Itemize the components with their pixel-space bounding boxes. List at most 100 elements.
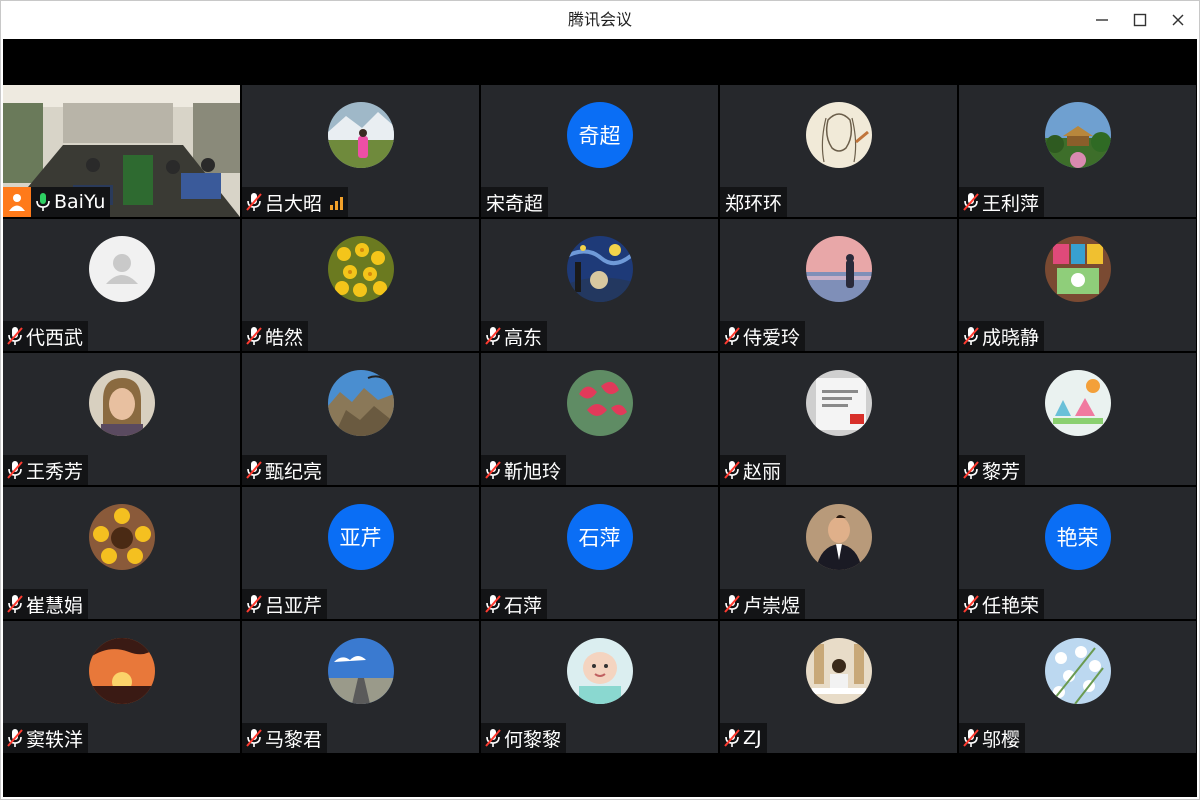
participant-name: 王利萍 bbox=[982, 192, 1040, 215]
mic-muted-icon bbox=[7, 595, 23, 613]
participant-tile[interactable]: 石萍 石萍 bbox=[481, 487, 718, 619]
participant-tile[interactable]: 王秀芳 bbox=[3, 353, 240, 485]
title-bar[interactable]: 腾讯会议 bbox=[1, 1, 1199, 39]
participant-nametag: 郑环环 bbox=[720, 187, 788, 217]
participant-tile[interactable]: 赵丽 bbox=[720, 353, 957, 485]
avatar: 艳荣 bbox=[1044, 504, 1111, 570]
mic-muted-icon bbox=[246, 193, 262, 211]
network-signal-icon bbox=[330, 194, 344, 210]
mic-status bbox=[6, 727, 24, 749]
avatar bbox=[1044, 102, 1111, 168]
participant-tile[interactable]: 王利萍 bbox=[959, 85, 1196, 217]
participant-tile[interactable]: ZJ bbox=[720, 621, 957, 753]
mic-muted-icon bbox=[724, 327, 740, 345]
mic-status bbox=[6, 593, 24, 615]
mic-muted-icon bbox=[963, 461, 979, 479]
avatar bbox=[88, 236, 155, 302]
participant-nametag: 靳旭玲 bbox=[481, 455, 567, 485]
participant-nametag: 成晓静 bbox=[959, 321, 1045, 351]
participant-tile[interactable]: 窦轶洋 bbox=[3, 621, 240, 753]
video-stage: BaiYu 吕大昭 奇超 宋奇超 郑环环 王利萍代西武 皓然 高东 侍爱玲 成晓静王秀芳甄纪亮 靳旭… bbox=[3, 39, 1197, 797]
participant-tile[interactable]: 吕大昭 bbox=[242, 85, 479, 217]
participant-nametag: 赵丽 bbox=[720, 455, 787, 485]
participant-name: 靳旭玲 bbox=[504, 460, 562, 483]
participant-tile[interactable]: 侍爱玲 bbox=[720, 219, 957, 351]
avatar bbox=[805, 638, 872, 704]
avatar bbox=[566, 370, 633, 436]
mic-muted-icon bbox=[485, 461, 501, 479]
participant-tile[interactable]: 崔慧娟 bbox=[3, 487, 240, 619]
participant-name: 黎芳 bbox=[982, 460, 1021, 483]
mic-status bbox=[245, 727, 263, 749]
avatar: 亚芹 bbox=[327, 504, 394, 570]
participant-tile[interactable]: 奇超 宋奇超 bbox=[481, 85, 718, 217]
participant-nametag: 任艳荣 bbox=[959, 589, 1045, 619]
mic-status bbox=[962, 459, 980, 481]
participant-nametag: 侍爱玲 bbox=[720, 321, 806, 351]
participant-name: 吕大昭 bbox=[265, 192, 323, 215]
participant-tile[interactable]: 高东 bbox=[481, 219, 718, 351]
mic-status bbox=[962, 727, 980, 749]
participant-tile[interactable]: 郑环环 bbox=[720, 85, 957, 217]
participant-name: 侍爱玲 bbox=[743, 326, 801, 349]
mic-status bbox=[245, 325, 263, 347]
participant-nametag: 皓然 bbox=[242, 321, 309, 351]
participant-nametag: 高东 bbox=[481, 321, 548, 351]
mic-muted-icon bbox=[246, 595, 262, 613]
participant-tile[interactable]: 黎芳 bbox=[959, 353, 1196, 485]
participant-name: 赵丽 bbox=[743, 460, 782, 483]
participant-name: 崔慧娟 bbox=[26, 594, 84, 617]
avatar bbox=[88, 638, 155, 704]
mic-muted-icon bbox=[7, 327, 23, 345]
participant-tile[interactable]: 马黎君 bbox=[242, 621, 479, 753]
participant-nametag: 吕亚芹 bbox=[242, 589, 328, 619]
avatar bbox=[566, 236, 633, 302]
participant-nametag: 石萍 bbox=[481, 589, 548, 619]
participant-nametag: 卢崇煜 bbox=[720, 589, 806, 619]
mic-status bbox=[484, 325, 502, 347]
participant-tile[interactable]: 靳旭玲 bbox=[481, 353, 718, 485]
participant-tile[interactable]: 艳荣任艳荣 bbox=[959, 487, 1196, 619]
close-icon bbox=[1172, 14, 1184, 26]
participant-tile[interactable]: 成晓静 bbox=[959, 219, 1196, 351]
participant-name: 任艳荣 bbox=[982, 594, 1040, 617]
participant-name: 郑环环 bbox=[725, 192, 783, 215]
mic-muted-icon bbox=[7, 461, 23, 479]
mic-muted-icon bbox=[963, 729, 979, 747]
mic-status bbox=[962, 325, 980, 347]
minimize-button[interactable] bbox=[1083, 1, 1121, 39]
meeting-window: 腾讯会议 BaiYu 吕大昭 奇超 宋奇超 郑环环 王利萍代西武 皓然 高东 侍爱玲 成晓静王秀芳… bbox=[0, 0, 1200, 800]
window-title: 腾讯会议 bbox=[567, 10, 632, 29]
close-button[interactable] bbox=[1159, 1, 1197, 39]
avatar bbox=[805, 102, 872, 168]
participant-name: 高东 bbox=[504, 326, 543, 349]
participant-name: ZJ bbox=[743, 727, 762, 749]
participant-tile[interactable]: 邬樱 bbox=[959, 621, 1196, 753]
participant-nametag: 崔慧娟 bbox=[3, 589, 89, 619]
mic-status bbox=[245, 459, 263, 481]
mic-status bbox=[484, 593, 502, 615]
participant-tile[interactable]: BaiYu bbox=[3, 85, 240, 217]
participant-tile[interactable]: 皓然 bbox=[242, 219, 479, 351]
participant-tile[interactable]: 卢崇煜 bbox=[720, 487, 957, 619]
participant-nametag: 代西武 bbox=[3, 321, 89, 351]
participant-tile[interactable]: 甄纪亮 bbox=[242, 353, 479, 485]
avatar bbox=[566, 638, 633, 704]
participant-tile[interactable]: 何黎黎 bbox=[481, 621, 718, 753]
mic-muted-icon bbox=[963, 193, 979, 211]
mic-status bbox=[962, 593, 980, 615]
mic-muted-icon bbox=[246, 327, 262, 345]
mic-status bbox=[723, 459, 741, 481]
mic-muted-icon bbox=[485, 595, 501, 613]
minimize-icon bbox=[1096, 19, 1108, 21]
participant-nametag: 窦轶洋 bbox=[3, 723, 89, 753]
maximize-button[interactable] bbox=[1121, 1, 1159, 39]
participant-tile[interactable]: 亚芹吕亚芹 bbox=[242, 487, 479, 619]
participant-tile[interactable]: 代西武 bbox=[3, 219, 240, 351]
participant-nametag: 黎芳 bbox=[959, 455, 1026, 485]
mic-status bbox=[484, 459, 502, 481]
participant-name: 甄纪亮 bbox=[265, 460, 323, 483]
mic-status bbox=[34, 191, 52, 213]
mic-muted-icon bbox=[246, 461, 262, 479]
participant-nametag: 何黎黎 bbox=[481, 723, 567, 753]
